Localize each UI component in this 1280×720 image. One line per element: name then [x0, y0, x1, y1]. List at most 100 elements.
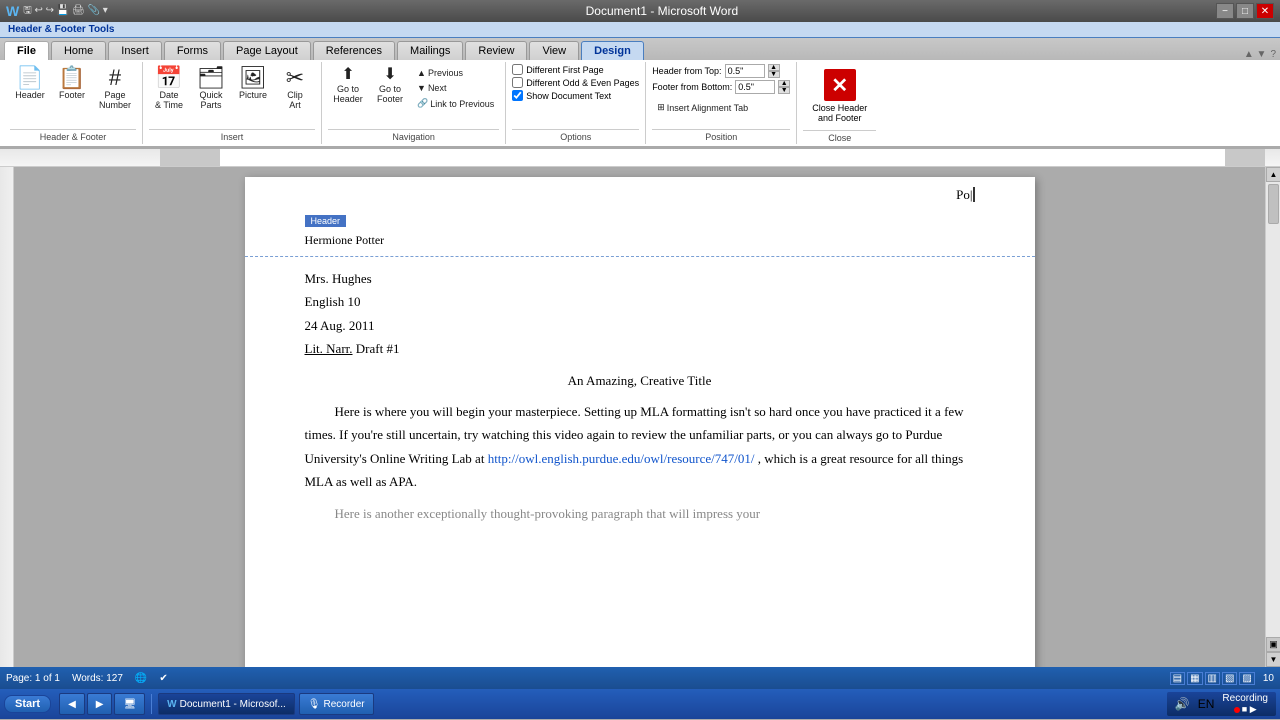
recording-indicator[interactable]: Recording ■ ▶: [1222, 693, 1268, 715]
different-odd-even-checkbox[interactable]: Different Odd & Even Pages: [512, 77, 639, 88]
different-first-page-checkbox[interactable]: Different First Page: [512, 64, 639, 75]
taskbar-recorder-app[interactable]: 🎙 Recorder: [299, 693, 374, 715]
ribbon: File Home Insert Forms Page Layout Refer…: [0, 38, 1280, 149]
header-footer-tools-bar: Header & Footer Tools: [0, 22, 1280, 38]
footer-button[interactable]: 📋 Footer: [52, 64, 92, 103]
page-number-header: Po|: [956, 187, 974, 202]
document-body: Mrs. Hughes English 10 24 Aug. 2011 Lit.…: [245, 257, 1035, 553]
tab-design[interactable]: Design: [581, 41, 644, 60]
scroll-area[interactable]: Po| Header Hermione Potter Mrs. Hughes E…: [14, 167, 1265, 667]
close-group-label: Close: [803, 130, 876, 143]
taskbar-word-app[interactable]: W Document1 - Microsof...: [158, 693, 295, 715]
taskbar-system-tray: 🔊 EN Recording ■ ▶: [1167, 692, 1276, 716]
header-top-down-button[interactable]: ▼: [768, 71, 780, 78]
goto-footer-icon: ⬇: [383, 67, 396, 83]
date-time-button[interactable]: 📅 Date& Time: [149, 64, 189, 113]
word-count: Words: 127: [72, 673, 123, 684]
class-line: English 10: [305, 290, 975, 313]
main-area: Po| Header Hermione Potter Mrs. Hughes E…: [0, 167, 1280, 667]
start-button[interactable]: Start: [4, 695, 51, 713]
navigation-group-label: Navigation: [328, 129, 499, 142]
header-top-up-button[interactable]: ▲: [768, 64, 780, 71]
ribbon-group-position: Header from Top: ▲ ▼ Footer from Bottom:…: [646, 62, 797, 144]
link-icon: 🔗: [417, 98, 428, 109]
status-bar: Page: 1 of 1 Words: 127 🌐 ✔ ▤ ▦ ▥ ▧ ▨ 10: [0, 667, 1280, 689]
insert-alignment-tab-button[interactable]: ⊞ Insert Alignment Tab: [652, 100, 790, 115]
header-icon: 📄: [16, 67, 43, 89]
tab-view[interactable]: View: [529, 41, 579, 60]
quick-launch-3[interactable]: 🖥: [114, 693, 145, 715]
header-from-top-input[interactable]: [725, 64, 765, 78]
date-time-icon: 📅: [155, 67, 182, 89]
header-label: Header: [305, 215, 347, 227]
sound-icon: 🔊: [1175, 697, 1190, 711]
paragraph2: Here is another exceptionally thought-pr…: [305, 502, 975, 525]
picture-icon: 🖼: [239, 67, 267, 89]
taskbar: Start ◀ ▶ 🖥 W Document1 - Microsof... 🎙 …: [0, 689, 1280, 719]
scroll-down-button[interactable]: ▼: [1266, 652, 1280, 667]
tab-mailings[interactable]: Mailings: [397, 41, 463, 60]
page-number-button[interactable]: # PageNumber: [94, 64, 136, 113]
language-icon: EN: [1198, 697, 1215, 711]
tab-insert[interactable]: Insert: [108, 41, 162, 60]
link-to-previous-button[interactable]: 🔗 Link to Previous: [412, 96, 499, 111]
footer-bottom-up-button[interactable]: ▲: [778, 80, 790, 87]
header-from-top-label: Header from Top:: [652, 66, 721, 76]
different-first-checkbox-input[interactable]: [512, 64, 523, 75]
page-header-area: Header Hermione Potter: [245, 207, 1035, 257]
tab-review[interactable]: Review: [465, 41, 527, 60]
close-button[interactable]: ✕: [1256, 3, 1274, 19]
ribbon-commands: 📄 Header 📋 Footer # PageNumber Header & …: [0, 60, 1280, 148]
quick-launch-2[interactable]: ▶: [87, 693, 113, 715]
tab-page-layout[interactable]: Page Layout: [223, 41, 311, 60]
quick-parts-button[interactable]: 🗂 QuickParts: [191, 64, 231, 113]
header-footer-tools-label: Header & Footer Tools: [8, 24, 115, 35]
show-doc-text-input[interactable]: [512, 90, 523, 101]
scroll-up-button[interactable]: ▲: [1266, 167, 1280, 182]
quick-launch-1[interactable]: ◀: [59, 693, 85, 715]
restore-button[interactable]: □: [1236, 3, 1254, 19]
close-header-footer-icon: ✕: [824, 69, 856, 101]
recording-dot: [1234, 707, 1240, 713]
page-info: Page: 1 of 1: [6, 673, 60, 684]
header-footer-group-label: Header & Footer: [10, 129, 136, 142]
scroll-split-button[interactable]: ▣: [1266, 637, 1280, 652]
options-group-label2: Options: [512, 129, 639, 142]
next-icon: ▼: [417, 83, 426, 93]
assignment-line: Lit. Narr. Draft #1: [305, 337, 975, 360]
header-button[interactable]: 📄 Header: [10, 64, 50, 103]
minimize-button[interactable]: −: [1216, 3, 1234, 19]
tab-file[interactable]: File: [4, 41, 49, 60]
insert-group-label: Insert: [149, 129, 315, 142]
footer-from-bottom-input[interactable]: [735, 80, 775, 94]
close-header-footer-button[interactable]: ✕ Close Headerand Footer: [803, 64, 876, 128]
tab-forms[interactable]: Forms: [164, 41, 221, 60]
ruler: [0, 149, 1280, 167]
clip-art-button[interactable]: ✂ ClipArt: [275, 64, 315, 113]
footer-from-bottom-label: Footer from Bottom:: [652, 82, 732, 92]
ribbon-group-close: ✕ Close Headerand Footer Close: [797, 62, 882, 144]
word-icon: W: [6, 3, 19, 19]
scroll-thumb[interactable]: [1268, 184, 1279, 224]
picture-button[interactable]: 🖼 Picture: [233, 64, 273, 103]
goto-header-icon: ⬆: [341, 67, 354, 83]
view-buttons[interactable]: ▤ ▦ ▥ ▧ ▨: [1170, 672, 1255, 685]
previous-icon: ▲: [417, 68, 426, 78]
next-button[interactable]: ▼ Next: [412, 81, 499, 95]
recorder-taskbar-label: Recorder: [323, 699, 364, 710]
previous-button[interactable]: ▲ Previous: [412, 66, 499, 80]
left-ruler: [0, 167, 14, 667]
show-document-text-checkbox[interactable]: Show Document Text: [512, 90, 639, 101]
tab-references[interactable]: References: [313, 41, 395, 60]
ribbon-group-options: Different First Page Different Odd & Eve…: [506, 62, 646, 144]
doc-title: An Amazing, Creative Title: [305, 369, 975, 392]
footer-bottom-down-button[interactable]: ▼: [778, 87, 790, 94]
goto-header-button[interactable]: ⬆ Go toHeader: [328, 64, 368, 107]
purdue-link[interactable]: http://owl.english.purdue.edu/owl/resour…: [488, 451, 755, 466]
goto-footer-button[interactable]: ⬇ Go toFooter: [370, 64, 410, 107]
quick-parts-icon: 🗂: [197, 67, 225, 89]
tab-home[interactable]: Home: [51, 41, 106, 60]
different-odd-even-input[interactable]: [512, 77, 523, 88]
right-scrollbar: ▲ ▣ ▼: [1265, 167, 1280, 667]
ribbon-group-insert: 📅 Date& Time 🗂 QuickParts 🖼 Picture ✂ Cl…: [143, 62, 322, 144]
